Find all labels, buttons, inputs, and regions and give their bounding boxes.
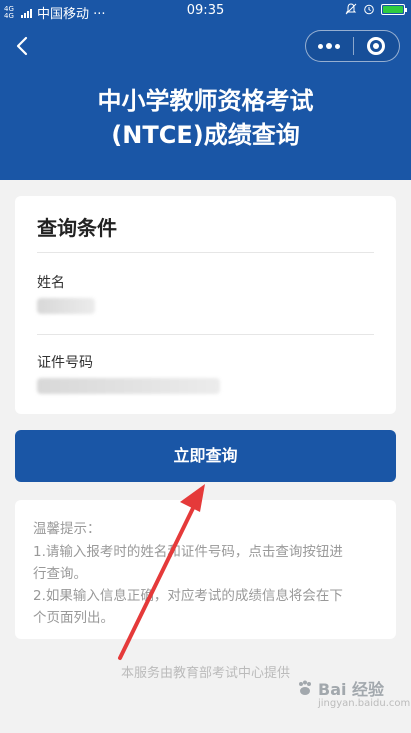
status-bar: 4G 4G 中国移动 ··· 09:35 [0,0,411,22]
tip-line: 2.如果输入信息正确，对应考试的成绩信息将会在下 [33,588,343,604]
alarm-icon [364,4,374,15]
tip-line: 个页面列出。 [33,610,114,626]
baidu-jingyan-watermark: Bai 经验 jingyan.baidu.com [296,676,410,709]
form-title-divider [37,252,374,253]
mini-program-capsule [305,30,400,62]
watermark-url: jingyan.baidu.com [318,698,411,709]
name-label: 姓名 [37,275,65,291]
watermark-text: Bai 经验 [318,680,385,699]
back-button[interactable] [10,32,36,60]
more-dots-icon [318,43,324,49]
form-title: 查询条件 [37,216,117,240]
target-close-icon [367,37,386,55]
name-input[interactable] [37,298,95,314]
bell-mute-icon [345,3,357,15]
title-line-2: (NTCE)成绩查询 [111,121,300,149]
more-button[interactable] [306,31,353,61]
name-divider [37,334,374,335]
header-bar: 4G 4G 中国移动 ··· 09:35 中小学教师资格考试 (NTCE)成绩查… [0,0,411,180]
close-button[interactable] [353,31,399,61]
page-title: 中小学教师资格考试 (NTCE)成绩查询 [0,84,411,152]
id-label: 证件号码 [37,355,93,371]
tip-line: 行查询。 [33,566,87,582]
tips-heading: 温馨提示： [33,521,101,537]
id-number-input[interactable] [37,378,220,394]
chevron-left-icon [16,36,28,56]
battery-icon [381,3,407,15]
query-button[interactable]: 立即查询 [15,430,396,482]
tip-line: 1.请输入报考时的姓名和证件号码，点击查询按钮进 [33,544,343,560]
paw-icon [299,680,311,695]
title-line-1: 中小学教师资格考试 [97,87,314,115]
status-right [345,3,407,15]
